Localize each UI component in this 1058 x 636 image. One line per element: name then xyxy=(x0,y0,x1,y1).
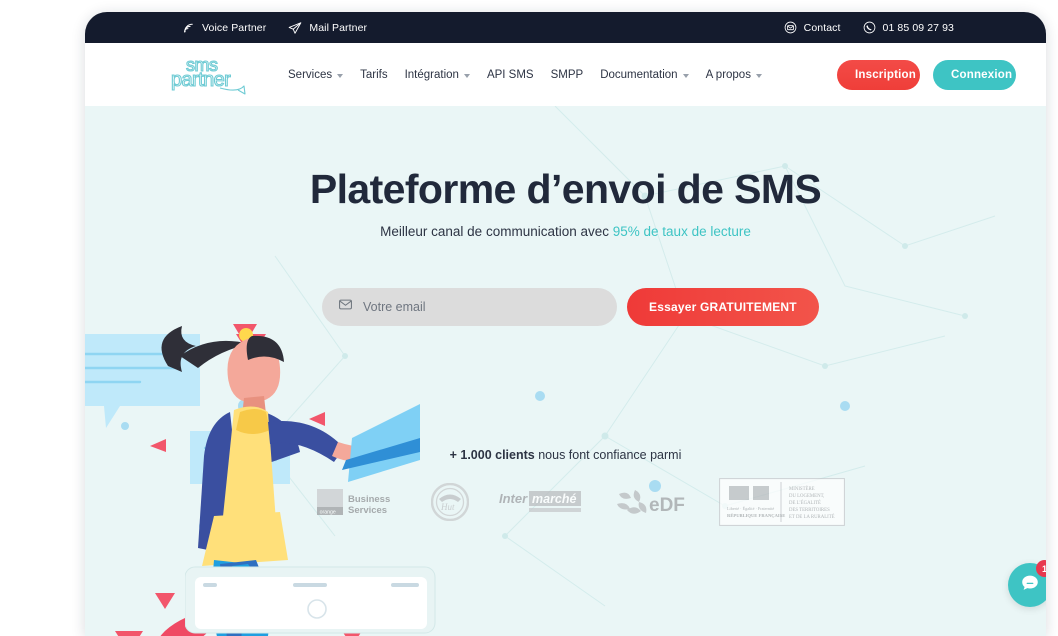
login-button[interactable]: Connexion xyxy=(933,59,1016,90)
hero-subtitle: Meilleur canal de communication avec 95%… xyxy=(85,224,1046,239)
clients-trust-label: + 1.000 clients nous font confiance parm… xyxy=(85,448,1046,462)
nav-item-label: Services xyxy=(288,68,333,81)
signup-button[interactable]: Inscription xyxy=(837,59,920,90)
site-header: sms partner Services Tarifs Intégration … xyxy=(85,43,1046,106)
svg-text:DU LOGEMENT,: DU LOGEMENT, xyxy=(789,494,824,499)
svg-text:Business: Business xyxy=(348,494,390,505)
browser-page: Voice Partner Mail Partner Contact 01 85… xyxy=(85,12,1046,636)
chevron-down-icon xyxy=(337,73,344,78)
topbar-link-label: Contact xyxy=(803,21,841,34)
svg-text:Liberté · Égalité · Fraternité: Liberté · Égalité · Fraternité xyxy=(727,506,774,511)
chevron-down-icon xyxy=(463,73,470,78)
nav-item-a-propos[interactable]: A propos xyxy=(706,69,762,81)
svg-text:marché: marché xyxy=(532,492,577,506)
svg-text:Inter: Inter xyxy=(499,491,528,506)
nav-item-smpp[interactable]: SMPP xyxy=(551,69,584,81)
svg-text:partner: partner xyxy=(171,69,231,91)
topbar-link-mail-partner[interactable]: Mail Partner xyxy=(288,21,367,35)
hero-signup-form: Essayer GRATUITEMENT xyxy=(322,288,819,326)
logo-sms-partner[interactable]: sms partner xyxy=(170,50,258,100)
signal-icon xyxy=(182,21,195,34)
hero-section: Plateforme d’envoi de SMS Meilleur canal… xyxy=(85,106,1046,636)
envelope-circle-icon xyxy=(784,21,797,34)
page-title: Plateforme d’envoi de SMS xyxy=(309,166,822,212)
nav-item-tarifs[interactable]: Tarifs xyxy=(360,69,387,81)
phone-circle-icon xyxy=(863,21,876,34)
chat-unread-badge: 1 xyxy=(1036,560,1046,577)
svg-text:Services: Services xyxy=(348,505,387,516)
email-input[interactable] xyxy=(363,300,601,314)
envelope-icon xyxy=(338,297,353,317)
topbar-right-links: Contact 01 85 09 27 93 xyxy=(784,21,954,34)
client-logo-orange-business-services: orange Business Services xyxy=(317,485,401,519)
nav-item-label: Documentation xyxy=(600,68,678,81)
nav-item-label: SMPP xyxy=(550,68,584,81)
clients-count: + 1.000 clients xyxy=(449,448,535,462)
svg-text:DE L’ÉGALITÉ: DE L’ÉGALITÉ xyxy=(789,500,821,506)
topbar-link-contact[interactable]: Contact xyxy=(784,21,841,34)
client-logo-ministere-logement: Liberté · Égalité · Fraternité RÉPUBLIQU… xyxy=(719,478,845,526)
chevron-down-icon xyxy=(755,73,762,78)
topbar-link-phone[interactable]: 01 85 09 27 93 xyxy=(863,21,954,34)
nav-item-integration[interactable]: Intégration xyxy=(405,69,470,81)
nav-item-label: Tarifs xyxy=(360,68,388,81)
hero-subtitle-highlight: 95% de taux de lecture xyxy=(612,224,751,239)
paper-plane-icon xyxy=(288,21,302,35)
client-logo-intermarche: Inter marché xyxy=(499,489,585,515)
main-nav: Services Tarifs Intégration API SMS SMPP… xyxy=(288,69,762,81)
client-logo-edf: eDF xyxy=(615,486,689,518)
nav-item-api-sms[interactable]: API SMS xyxy=(487,69,534,81)
ui-mockup-decoration xyxy=(185,566,436,634)
email-input-wrapper[interactable] xyxy=(322,288,617,326)
svg-text:DES TERRITOIRES: DES TERRITOIRES xyxy=(789,508,830,513)
svg-text:Hut: Hut xyxy=(440,502,455,512)
hero-subtitle-prefix: Meilleur canal de communication avec xyxy=(380,224,613,239)
topbar-link-label: Voice Partner xyxy=(202,21,267,34)
nav-item-label: Intégration xyxy=(404,68,459,81)
try-free-button[interactable]: Essayer GRATUITEMENT xyxy=(627,288,819,326)
nav-item-documentation[interactable]: Documentation xyxy=(600,68,689,81)
chat-bubble-icon xyxy=(1019,572,1041,599)
header-actions: Inscription Connexion xyxy=(837,59,1016,90)
svg-text:ET DE LA RURALITÉ: ET DE LA RURALITÉ xyxy=(789,514,835,520)
utility-topbar: Voice Partner Mail Partner Contact 01 85… xyxy=(85,12,1046,43)
nav-item-services[interactable]: Services xyxy=(288,68,344,81)
topbar-link-label: Mail Partner xyxy=(309,21,368,34)
svg-text:MINISTÈRE: MINISTÈRE xyxy=(789,486,815,492)
chevron-down-icon xyxy=(682,73,689,78)
nav-item-label: API SMS xyxy=(486,68,534,81)
topbar-link-voice-partner[interactable]: Voice Partner xyxy=(182,21,266,34)
client-logo-pizza-hut: Hut xyxy=(431,483,469,521)
svg-text:RÉPUBLIQUE FRANÇAISE: RÉPUBLIQUE FRANÇAISE xyxy=(727,513,785,518)
nav-item-label: A propos xyxy=(705,68,751,81)
svg-text:orange: orange xyxy=(320,510,336,516)
svg-text:eDF: eDF xyxy=(649,495,685,516)
clients-label-rest: nous font confiance parmi xyxy=(534,448,682,462)
topbar-phone-number: 01 85 09 27 93 xyxy=(882,21,954,34)
topbar-left-links: Voice Partner Mail Partner xyxy=(182,21,367,35)
client-logos-row: orange Business Services Hut Inter march xyxy=(317,478,845,526)
